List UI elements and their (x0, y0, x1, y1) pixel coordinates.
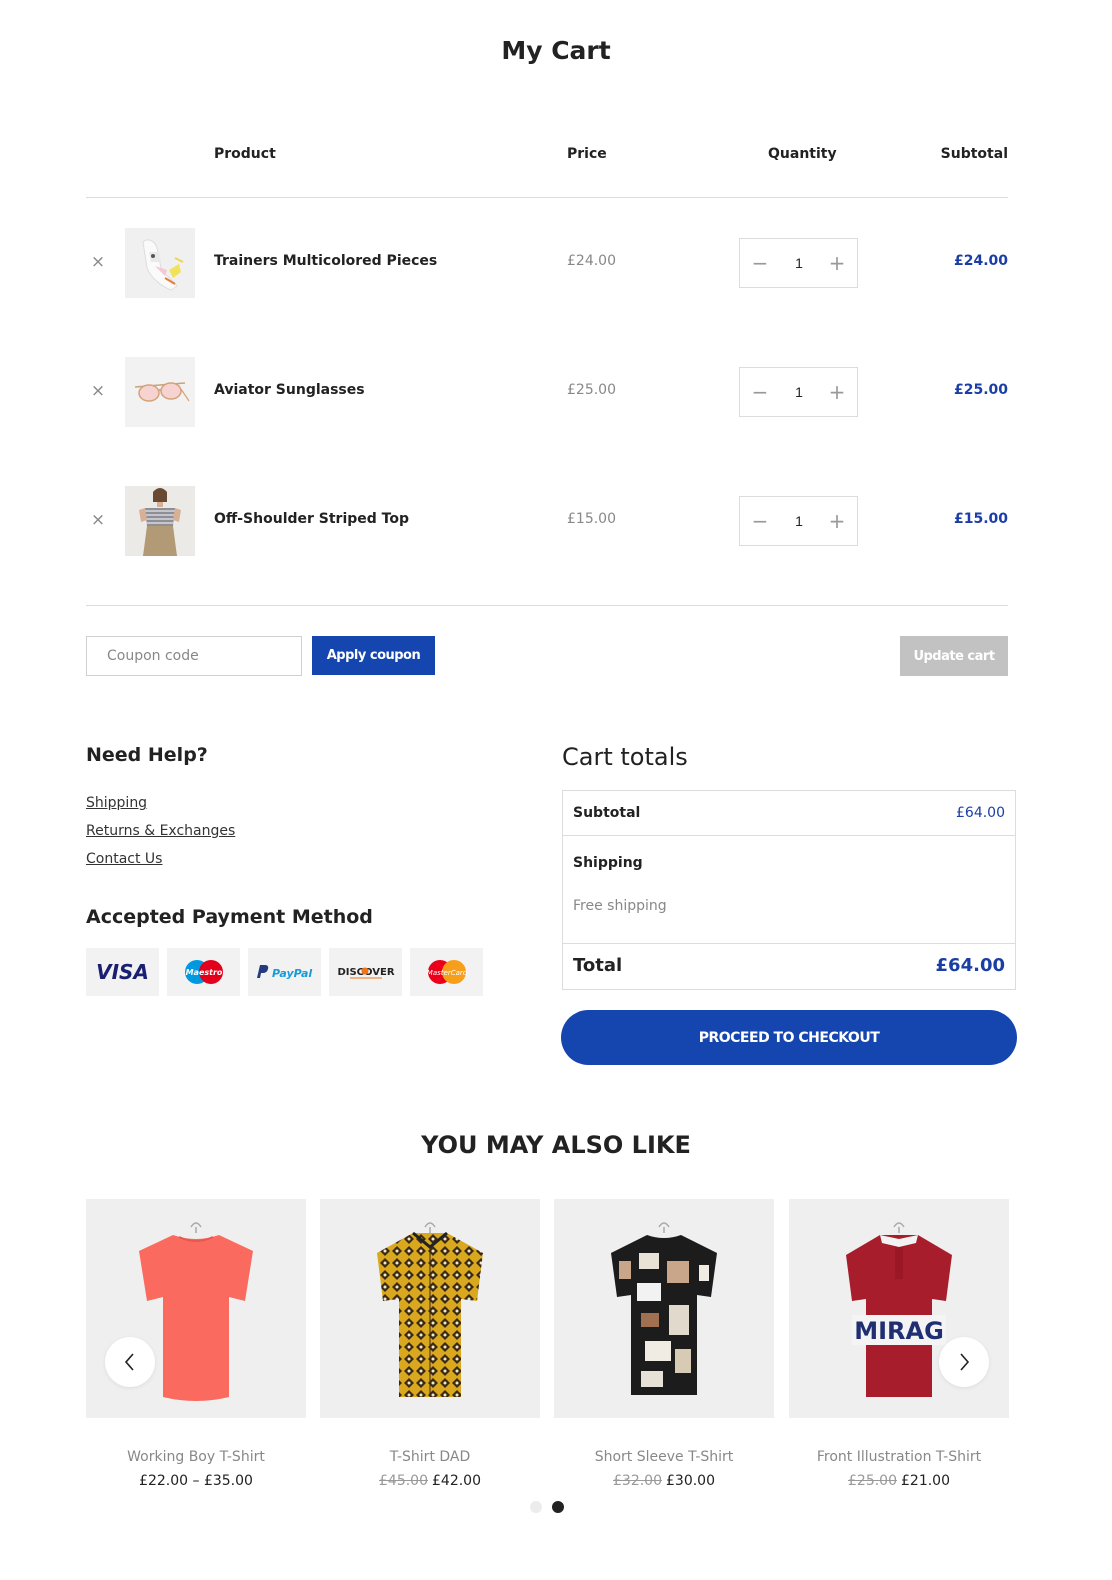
product-price: £32.00 £30.00 (613, 1473, 715, 1489)
product-name[interactable]: Aviator Sunglasses (214, 382, 365, 398)
product-image[interactable]: MIRAG (789, 1199, 1009, 1418)
payment-methods: VISA Maestro PayPal DISCOVER MasterCard (86, 948, 483, 996)
quantity-stepper: − + (739, 367, 858, 417)
cart-row: × Trainers Multicolored Pieces £24.00 − … (86, 228, 1008, 298)
trainers-image[interactable] (125, 228, 195, 298)
chevron-left-icon (124, 1353, 134, 1371)
cart-row: × Off-Shoulder Striped Top £15.00 − + £1… (86, 486, 1008, 556)
remove-item-button[interactable]: × (90, 379, 106, 403)
discover-logo: DISCOVER (329, 948, 402, 996)
plus-icon[interactable]: + (817, 368, 857, 416)
plus-icon[interactable]: + (817, 239, 857, 287)
divider (86, 605, 1008, 606)
subtotal-value: £64.00 (956, 805, 1005, 821)
cart-table-header: Product Price Quantity Subtotal (86, 146, 1008, 166)
product-name[interactable]: Trainers Multicolored Pieces (214, 253, 437, 269)
maestro-logo: Maestro (167, 948, 240, 996)
remove-item-button[interactable]: × (90, 508, 106, 532)
product-name[interactable]: Off-Shoulder Striped Top (214, 511, 409, 527)
sunglasses-image[interactable] (125, 357, 195, 427)
product-name[interactable]: Working Boy T-Shirt (86, 1449, 306, 1465)
product-name[interactable]: Short Sleeve T-Shirt (554, 1449, 774, 1465)
product-price: £24.00 (567, 253, 616, 269)
product-subtotal: £24.00 (953, 253, 1008, 269)
quantity-input[interactable] (780, 497, 818, 545)
product-image[interactable] (320, 1199, 540, 1418)
svg-text:MIRAG: MIRAG (854, 1317, 944, 1345)
chevron-right-icon (960, 1353, 970, 1371)
old-price: £32.00 (613, 1473, 662, 1489)
product-card[interactable]: T-Shirt DAD £45.00 £42.00 (320, 1199, 540, 1489)
total-label: Total (573, 955, 623, 976)
divider (86, 197, 1008, 198)
product-image[interactable] (554, 1199, 774, 1418)
old-price: £45.00 (379, 1473, 428, 1489)
product-name[interactable]: T-Shirt DAD (320, 1449, 540, 1465)
quantity-stepper: − + (739, 238, 858, 288)
minus-icon[interactable]: − (740, 368, 780, 416)
mastercard-logo: MasterCard (410, 948, 483, 996)
header-quantity: Quantity (768, 146, 837, 162)
product-name[interactable]: Front Illustration T-Shirt (789, 1449, 1009, 1465)
carousel-prev-button[interactable] (105, 1337, 155, 1387)
returns-exchanges-link[interactable]: Returns & Exchanges (86, 817, 235, 845)
plus-icon[interactable]: + (817, 497, 857, 545)
quantity-stepper: − + (739, 496, 858, 546)
product-price: £45.00 £42.00 (379, 1473, 481, 1489)
product-subtotal: £15.00 (953, 511, 1008, 527)
page-title: My Cart (501, 36, 611, 65)
shipping-value: Free shipping (573, 898, 667, 914)
product-price: £22.00 – £35.00 (139, 1473, 253, 1489)
help-links: Shipping Returns & Exchanges Contact Us (86, 789, 235, 873)
minus-icon[interactable]: − (740, 239, 780, 287)
quantity-input[interactable] (780, 239, 818, 287)
total-value: £64.00 (935, 955, 1005, 976)
product-card[interactable]: Short Sleeve T-Shirt £32.00 £30.00 (554, 1199, 774, 1489)
striped-top-image[interactable] (125, 486, 195, 556)
shipping-link[interactable]: Shipping (86, 789, 235, 817)
svg-text:MasterCard: MasterCard (426, 969, 467, 977)
carousel-dot-active[interactable] (552, 1501, 564, 1513)
cart-totals-title: Cart totals (562, 743, 688, 771)
paypal-logo: PayPal (248, 948, 321, 996)
need-help-title: Need Help? (86, 744, 208, 766)
header-price: Price (567, 146, 607, 162)
quantity-input[interactable] (780, 368, 818, 416)
update-cart-button[interactable]: Update cart (900, 636, 1008, 676)
product-price: £25.00 £21.00 (848, 1473, 950, 1489)
proceed-to-checkout-button[interactable]: PROCEED TO CHECKOUT (561, 1010, 1017, 1065)
apply-coupon-button[interactable]: Apply coupon (312, 636, 435, 675)
payment-methods-title: Accepted Payment Method (86, 906, 373, 928)
totals-subtotal-row: Subtotal £64.00 (563, 791, 1015, 836)
cart-totals-table: Subtotal £64.00 Shipping Free shipping T… (562, 790, 1016, 990)
contact-us-link[interactable]: Contact Us (86, 845, 235, 873)
svg-text:Maestro: Maestro (185, 968, 222, 977)
carousel-pagination (530, 1501, 564, 1513)
svg-text:PayPal: PayPal (272, 967, 312, 980)
minus-icon[interactable]: − (740, 497, 780, 545)
header-subtotal: Subtotal (940, 146, 1008, 162)
header-product: Product (214, 146, 276, 162)
visa-logo: VISA (86, 948, 159, 996)
old-price: £25.00 (848, 1473, 897, 1489)
subtotal-label: Subtotal (573, 805, 641, 821)
carousel-dot[interactable] (530, 1501, 542, 1513)
remove-item-button[interactable]: × (90, 250, 106, 274)
carousel-next-button[interactable] (939, 1337, 989, 1387)
coupon-code-input[interactable] (86, 636, 302, 676)
totals-shipping-row: Shipping Free shipping (563, 836, 1015, 944)
product-image[interactable] (86, 1199, 306, 1418)
totals-total-row: Total £64.00 (563, 944, 1015, 989)
product-price: £15.00 (567, 511, 616, 527)
product-subtotal: £25.00 (953, 382, 1008, 398)
shipping-label: Shipping (573, 855, 643, 871)
cart-row: × Aviator Sunglasses £25.00 − + £25.00 (86, 357, 1008, 427)
product-price: £25.00 (567, 382, 616, 398)
you-may-also-like-title: YOU MAY ALSO LIKE (421, 1131, 691, 1159)
